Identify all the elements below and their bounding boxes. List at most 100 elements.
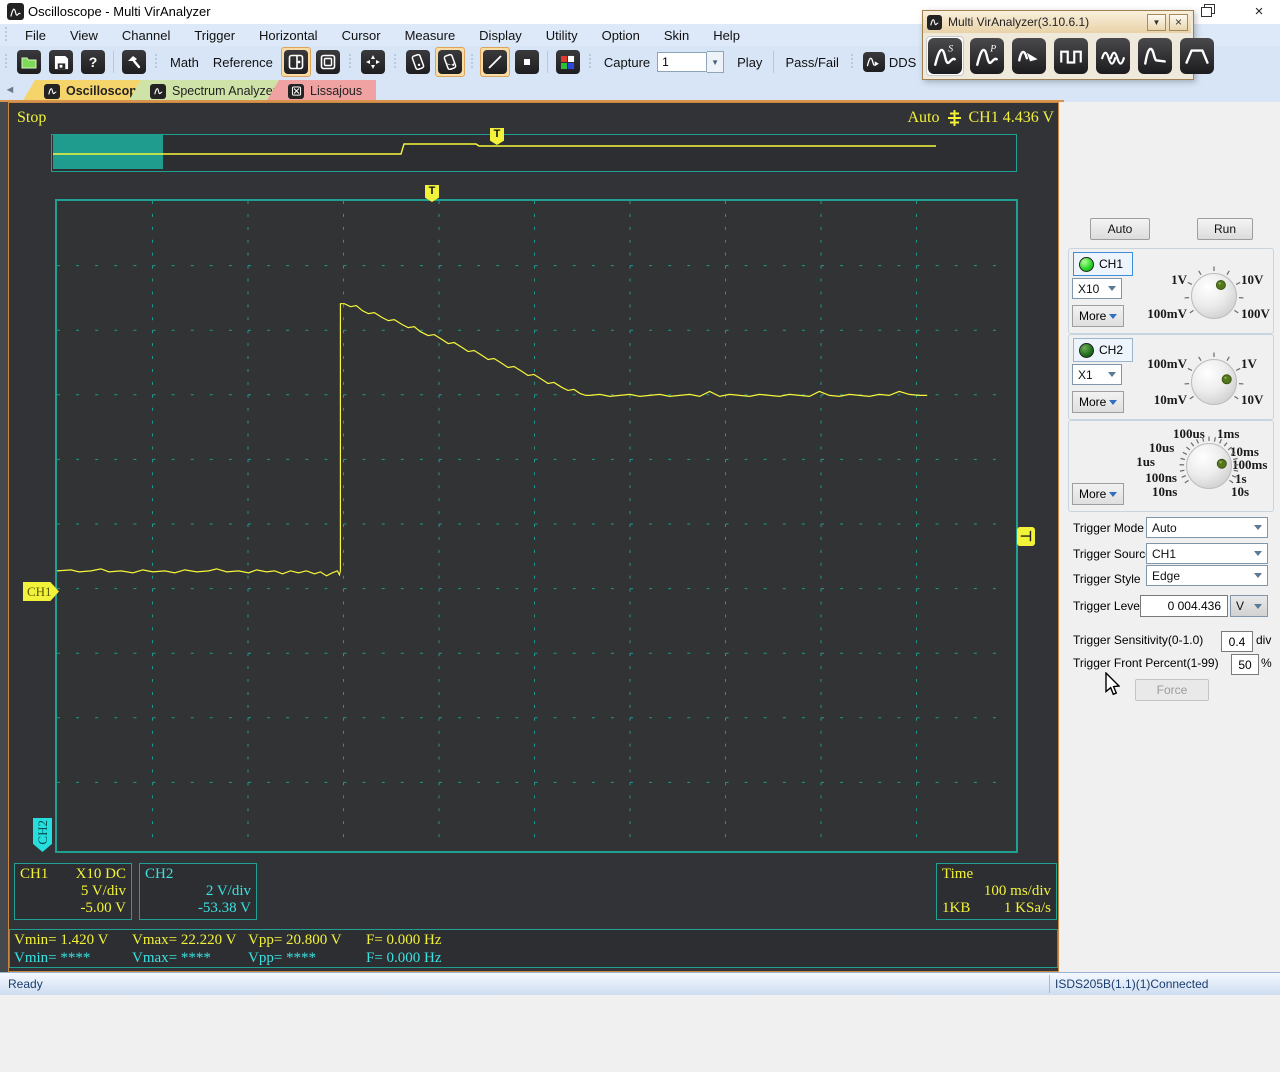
ch2-vdiv: 2 V/div bbox=[145, 883, 251, 900]
trigger-sensitivity-unit: div bbox=[1256, 633, 1271, 647]
toolbar-grip bbox=[470, 54, 475, 70]
waveform-plot bbox=[55, 199, 1018, 853]
ch1-attenuation-select[interactable]: X10 bbox=[1072, 278, 1122, 299]
open-button[interactable] bbox=[14, 47, 44, 77]
passfail-button[interactable]: Pass/Fail bbox=[778, 52, 845, 73]
launcher-spectrum-button[interactable]: P bbox=[968, 36, 1006, 76]
launcher-close-icon[interactable]: × bbox=[1169, 14, 1188, 31]
launcher-dual-wave-button[interactable] bbox=[1094, 36, 1132, 76]
ch2-knob-label-100mv: 100mV bbox=[1117, 356, 1187, 372]
launcher-pulse-wave-button[interactable] bbox=[1178, 36, 1216, 76]
trigger-front-unit: % bbox=[1261, 656, 1272, 670]
panel-button[interactable] bbox=[403, 47, 433, 77]
overview-trace bbox=[52, 135, 1014, 169]
help-button[interactable]: ? bbox=[78, 47, 108, 77]
menu-skin[interactable]: Skin bbox=[652, 26, 701, 45]
capture-count-input[interactable] bbox=[657, 52, 707, 72]
autoset-button[interactable] bbox=[358, 47, 388, 77]
launcher-title-bar[interactable]: Multi VirAnalyzer(3.10.6.1) ▼ × bbox=[923, 11, 1191, 33]
toolbar-grip bbox=[154, 54, 159, 70]
launcher-sweep-wave-button[interactable] bbox=[1136, 36, 1174, 76]
ch2-title: CH2 bbox=[145, 866, 173, 883]
launcher-body: S P bbox=[923, 33, 1191, 78]
chevron-down-icon bbox=[1109, 314, 1117, 319]
menu-measure[interactable]: Measure bbox=[393, 26, 468, 45]
capture-dropdown-icon[interactable]: ▼ bbox=[707, 51, 724, 73]
spectrum-tab-icon bbox=[150, 84, 166, 99]
color-button[interactable] bbox=[553, 47, 583, 77]
measure-vpp-ch1: Vpp= 20.800 V bbox=[248, 931, 366, 949]
menu-cursor[interactable]: Cursor bbox=[330, 26, 393, 45]
toolbar-grip bbox=[4, 54, 9, 70]
launcher-oscilloscope-button[interactable]: S bbox=[926, 36, 964, 76]
tool-button[interactable] bbox=[119, 47, 149, 77]
time-more-button[interactable]: More bbox=[1072, 483, 1124, 505]
dds-label: DDS bbox=[885, 55, 920, 70]
status-device: ISDS205B(1.1)(1)Connected bbox=[1055, 977, 1208, 991]
math-button[interactable]: Math bbox=[163, 52, 206, 73]
ch2-more-button[interactable]: More bbox=[1072, 391, 1124, 413]
ch2-attenuation-select[interactable]: X1 bbox=[1072, 364, 1122, 385]
launcher-square-wave-button[interactable] bbox=[1052, 36, 1090, 76]
trigger-style-select[interactable]: Edge bbox=[1146, 565, 1268, 586]
ch1-readout-box: CH1 X10 DC 5 V/div -5.00 V bbox=[14, 863, 132, 920]
trigger-sensitivity-input[interactable] bbox=[1221, 631, 1253, 652]
measure-vpp-ch2: Vpp= **** bbox=[248, 949, 366, 967]
measure-freq-ch2: F= 0.000 Hz bbox=[366, 949, 1053, 967]
ch2-position-marker[interactable]: CH2 bbox=[33, 818, 52, 852]
single-view-button[interactable] bbox=[313, 47, 343, 77]
ch1-position-marker[interactable]: CH1 bbox=[23, 582, 59, 601]
trigger-level-unit-select[interactable]: V bbox=[1230, 595, 1268, 617]
force-button[interactable]: Force bbox=[1135, 679, 1209, 701]
dds-wave-icon bbox=[866, 56, 881, 68]
chevron-down-icon bbox=[1254, 551, 1262, 556]
menu-option[interactable]: Option bbox=[590, 26, 652, 45]
square-wave-icon bbox=[1058, 43, 1084, 69]
trigger-level-marker[interactable]: ⊣ bbox=[1017, 527, 1035, 546]
line-draw-button[interactable] bbox=[480, 47, 510, 77]
reference-button[interactable]: Reference bbox=[206, 52, 280, 73]
toolbar-grip bbox=[850, 54, 855, 70]
panel-arrange-button[interactable] bbox=[435, 47, 465, 77]
menu-file[interactable]: File bbox=[13, 26, 58, 45]
ch2-volts-knob-indicator bbox=[1178, 346, 1250, 418]
time-depth: 1KB bbox=[942, 900, 970, 917]
launcher-signal-source-button[interactable] bbox=[1010, 36, 1048, 76]
trigger-source-select[interactable]: CH1 bbox=[1146, 543, 1268, 564]
trigger-level-input[interactable] bbox=[1140, 595, 1228, 617]
close-icon[interactable]: × bbox=[1246, 2, 1272, 22]
trigger-mode-select[interactable]: Auto bbox=[1146, 517, 1268, 538]
split-view-icon bbox=[288, 54, 304, 70]
ch1-enable-button[interactable]: CH1 bbox=[1073, 252, 1133, 276]
ch2-offset: -53.38 V bbox=[145, 900, 251, 917]
menu-channel[interactable]: Channel bbox=[110, 26, 182, 45]
waveform-trace bbox=[57, 201, 1012, 847]
menu-trigger[interactable]: Trigger bbox=[182, 26, 247, 45]
run-button[interactable]: Run bbox=[1197, 218, 1253, 240]
converge-arrows-icon bbox=[365, 54, 381, 70]
tab-lissajous[interactable]: Lissajous bbox=[266, 80, 376, 102]
play-button[interactable]: Play bbox=[730, 52, 769, 73]
launcher-dropdown-icon[interactable]: ▼ bbox=[1147, 14, 1166, 31]
menu-utility[interactable]: Utility bbox=[534, 26, 590, 45]
menu-view[interactable]: View bbox=[58, 26, 110, 45]
menu-horizontal[interactable]: Horizontal bbox=[247, 26, 330, 45]
time-title: Time bbox=[942, 866, 1051, 883]
dot-draw-button[interactable] bbox=[512, 47, 542, 77]
tab-scroll-left-icon[interactable]: ◄ bbox=[3, 83, 17, 98]
time-rate: 1 KSa/s bbox=[1004, 900, 1051, 917]
waveform-overview[interactable] bbox=[51, 134, 1017, 172]
measurement-bar: Vmin= 1.420 V Vmax= 22.220 V Vpp= 20.800… bbox=[9, 929, 1058, 968]
ch1-more-button[interactable]: More bbox=[1072, 305, 1124, 327]
menu-display[interactable]: Display bbox=[467, 26, 534, 45]
tab-spectrum-analyzer[interactable]: Spectrum Analyzer bbox=[128, 80, 291, 102]
palette-icon bbox=[560, 55, 575, 70]
split-view-button[interactable] bbox=[281, 47, 311, 77]
restore-icon[interactable] bbox=[1196, 3, 1222, 21]
scope-display: Stop Auto CH1 4.436 V T T CH1 CH2 ⊣ CH1 … bbox=[8, 102, 1059, 972]
dds-button[interactable]: DDS bbox=[860, 49, 923, 75]
trigger-front-input[interactable] bbox=[1231, 654, 1259, 675]
save-button[interactable] bbox=[46, 47, 76, 77]
auto-button[interactable]: Auto bbox=[1090, 218, 1150, 240]
menu-help[interactable]: Help bbox=[701, 26, 752, 45]
